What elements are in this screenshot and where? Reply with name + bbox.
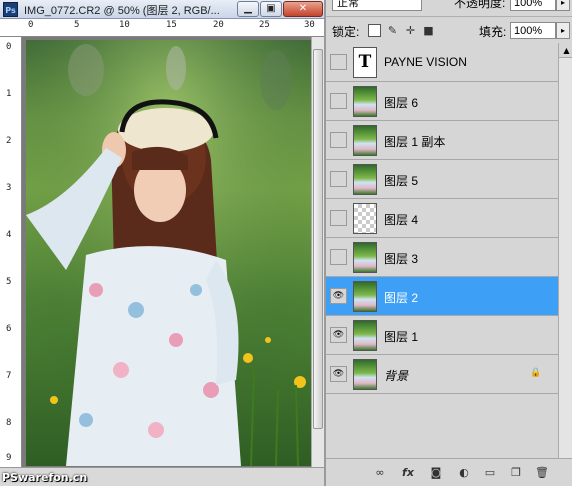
ruler-v-label: 5 <box>6 277 12 287</box>
close-button[interactable]: ✕ <box>283 1 323 17</box>
lock-label: 锁定: <box>332 25 360 39</box>
scrollbar-thumb[interactable] <box>313 49 323 429</box>
ruler-h-label: 0 <box>28 20 34 30</box>
vertical-ruler[interactable]: 0 1 2 3 4 5 6 7 8 9 <box>0 37 22 467</box>
lock-all-icon[interactable]: ■ <box>422 24 435 37</box>
ruler-v-label: 6 <box>6 324 12 334</box>
layer-row-background[interactable]: 👁 背景 🔒 <box>326 355 558 394</box>
trash-icon[interactable]: 🗑 <box>534 465 550 481</box>
fill-input[interactable]: 100% <box>510 22 556 39</box>
mask-icon[interactable]: ◙ <box>428 465 444 481</box>
layers-scrollbar[interactable]: ▲ <box>558 43 572 458</box>
visibility-toggle[interactable] <box>330 93 347 109</box>
layer-thumbnail <box>353 320 377 351</box>
lock-move-icon[interactable]: ✛ <box>404 24 417 37</box>
ruler-h-label: 25 <box>259 20 270 30</box>
visibility-toggle[interactable] <box>330 54 347 70</box>
eye-icon[interactable]: 👁 <box>330 288 347 304</box>
layer-name: 图层 6 <box>384 96 419 110</box>
layer-name: 图层 1 副本 <box>384 135 446 149</box>
restore-button[interactable]: ▣ <box>260 1 282 17</box>
layer-thumbnail <box>353 125 377 156</box>
document-titlebar[interactable]: Ps IMG_0772.CR2 @ 50% (图层 2, RGB/... ▁ ▣… <box>0 0 324 19</box>
ruler-v-label: 7 <box>6 371 12 381</box>
watermark-text: PSwarefon.cn <box>2 471 88 484</box>
adjustment-icon[interactable]: ◐ <box>456 465 472 481</box>
photo-illustration <box>26 40 311 466</box>
layer-name: 图层 1 <box>384 330 419 344</box>
document-statusbar: PSwarefon.cn <box>0 467 324 486</box>
visibility-toggle[interactable] <box>330 132 347 148</box>
opacity-arrow-icon[interactable]: ▸ <box>556 0 570 11</box>
document-title: IMG_0772.CR2 @ 50% (图层 2, RGB/... <box>24 5 220 17</box>
opacity-label: 不透明度: <box>454 0 506 10</box>
text-layer-thumbnail: T <box>353 47 377 78</box>
ruler-v-label: 2 <box>6 136 12 146</box>
eye-icon[interactable]: 👁 <box>330 366 347 382</box>
visibility-toggle[interactable] <box>330 249 347 265</box>
layer-row-3[interactable]: 图层 3 <box>326 238 558 277</box>
layer-row-1[interactable]: 👁 图层 1 <box>326 316 558 355</box>
ruler-v-label: 8 <box>6 418 12 428</box>
fill-label: 填充: <box>479 25 507 39</box>
layer-row-payne-vision[interactable]: T PAYNE VISION <box>326 43 558 82</box>
group-icon[interactable]: ▭ <box>482 465 498 481</box>
ruler-v-label: 0 <box>6 42 12 52</box>
ruler-h-label: 5 <box>74 20 80 30</box>
blend-mode-select[interactable]: 正常 <box>332 0 422 11</box>
layers-panel-toolbar: ∞ fx ◙ ◐ ▭ ❐ 🗑 <box>326 458 572 486</box>
link-icon[interactable]: ∞ <box>372 465 388 481</box>
lock-row: 锁定: ✎ ✛ ■ 填充: 100% ▸ <box>326 20 572 42</box>
layer-row-1-copy[interactable]: 图层 1 副本 <box>326 121 558 160</box>
horizontal-ruler[interactable]: 0 5 10 15 20 25 30 <box>0 19 324 37</box>
layer-name: 背景 <box>384 369 409 383</box>
layer-thumbnail <box>353 86 377 117</box>
lock-icon: 🔒 <box>530 368 542 378</box>
layer-row-5[interactable]: 图层 5 <box>326 160 558 199</box>
layer-name: 图层 2 <box>384 291 419 305</box>
empty-layer-thumbnail <box>353 203 377 234</box>
visibility-toggle[interactable] <box>330 210 347 226</box>
layer-row-4[interactable]: 图层 4 <box>326 199 558 238</box>
ruler-v-label: 4 <box>6 230 12 240</box>
document-scrollbar[interactable] <box>311 37 324 467</box>
blend-row: 正常 不透明度: 100% ▸ <box>326 0 572 17</box>
ruler-v-label: 9 <box>6 453 12 463</box>
ruler-v-label: 3 <box>6 183 12 193</box>
layer-name: PAYNE VISION <box>384 55 467 69</box>
lock-transparent-icon[interactable] <box>368 24 381 37</box>
opacity-input[interactable]: 100% <box>510 0 556 11</box>
ruler-h-label: 10 <box>119 20 130 30</box>
fx-icon[interactable]: fx <box>400 465 416 481</box>
ruler-h-label: 15 <box>166 20 177 30</box>
eye-icon[interactable]: 👁 <box>330 327 347 343</box>
layer-thumbnail <box>353 242 377 273</box>
layer-name: 图层 4 <box>384 213 419 227</box>
layer-name: 图层 5 <box>384 174 419 188</box>
ruler-h-label: 20 <box>213 20 224 30</box>
document-window: Ps IMG_0772.CR2 @ 50% (图层 2, RGB/... ▁ ▣… <box>0 0 324 486</box>
layers-list: T PAYNE VISION 图层 6 图层 1 副本 图层 5 图层 4 图层… <box>326 43 558 458</box>
ruler-v-label: 1 <box>6 89 12 99</box>
minimize-button[interactable]: ▁ <box>237 1 259 17</box>
new-layer-icon[interactable]: ❐ <box>508 465 524 481</box>
photoshop-icon: Ps <box>3 2 18 17</box>
layer-name: 图层 3 <box>384 252 419 266</box>
layer-thumbnail <box>353 164 377 195</box>
layer-thumbnail <box>353 281 377 312</box>
photo-canvas[interactable] <box>26 40 311 466</box>
layer-row-6[interactable]: 图层 6 <box>326 82 558 121</box>
lock-brush-icon[interactable]: ✎ <box>386 24 399 37</box>
fill-arrow-icon[interactable]: ▸ <box>556 22 570 39</box>
visibility-toggle[interactable] <box>330 171 347 187</box>
layer-thumbnail <box>353 359 377 390</box>
layer-row-2[interactable]: 👁 图层 2 <box>326 277 558 316</box>
ruler-h-label: 30 <box>304 20 315 30</box>
scroll-up-icon[interactable]: ▲ <box>559 43 572 58</box>
layers-panel: 正常 不透明度: 100% ▸ 锁定: ✎ ✛ ■ 填充: 100% ▸ T P… <box>324 0 572 486</box>
